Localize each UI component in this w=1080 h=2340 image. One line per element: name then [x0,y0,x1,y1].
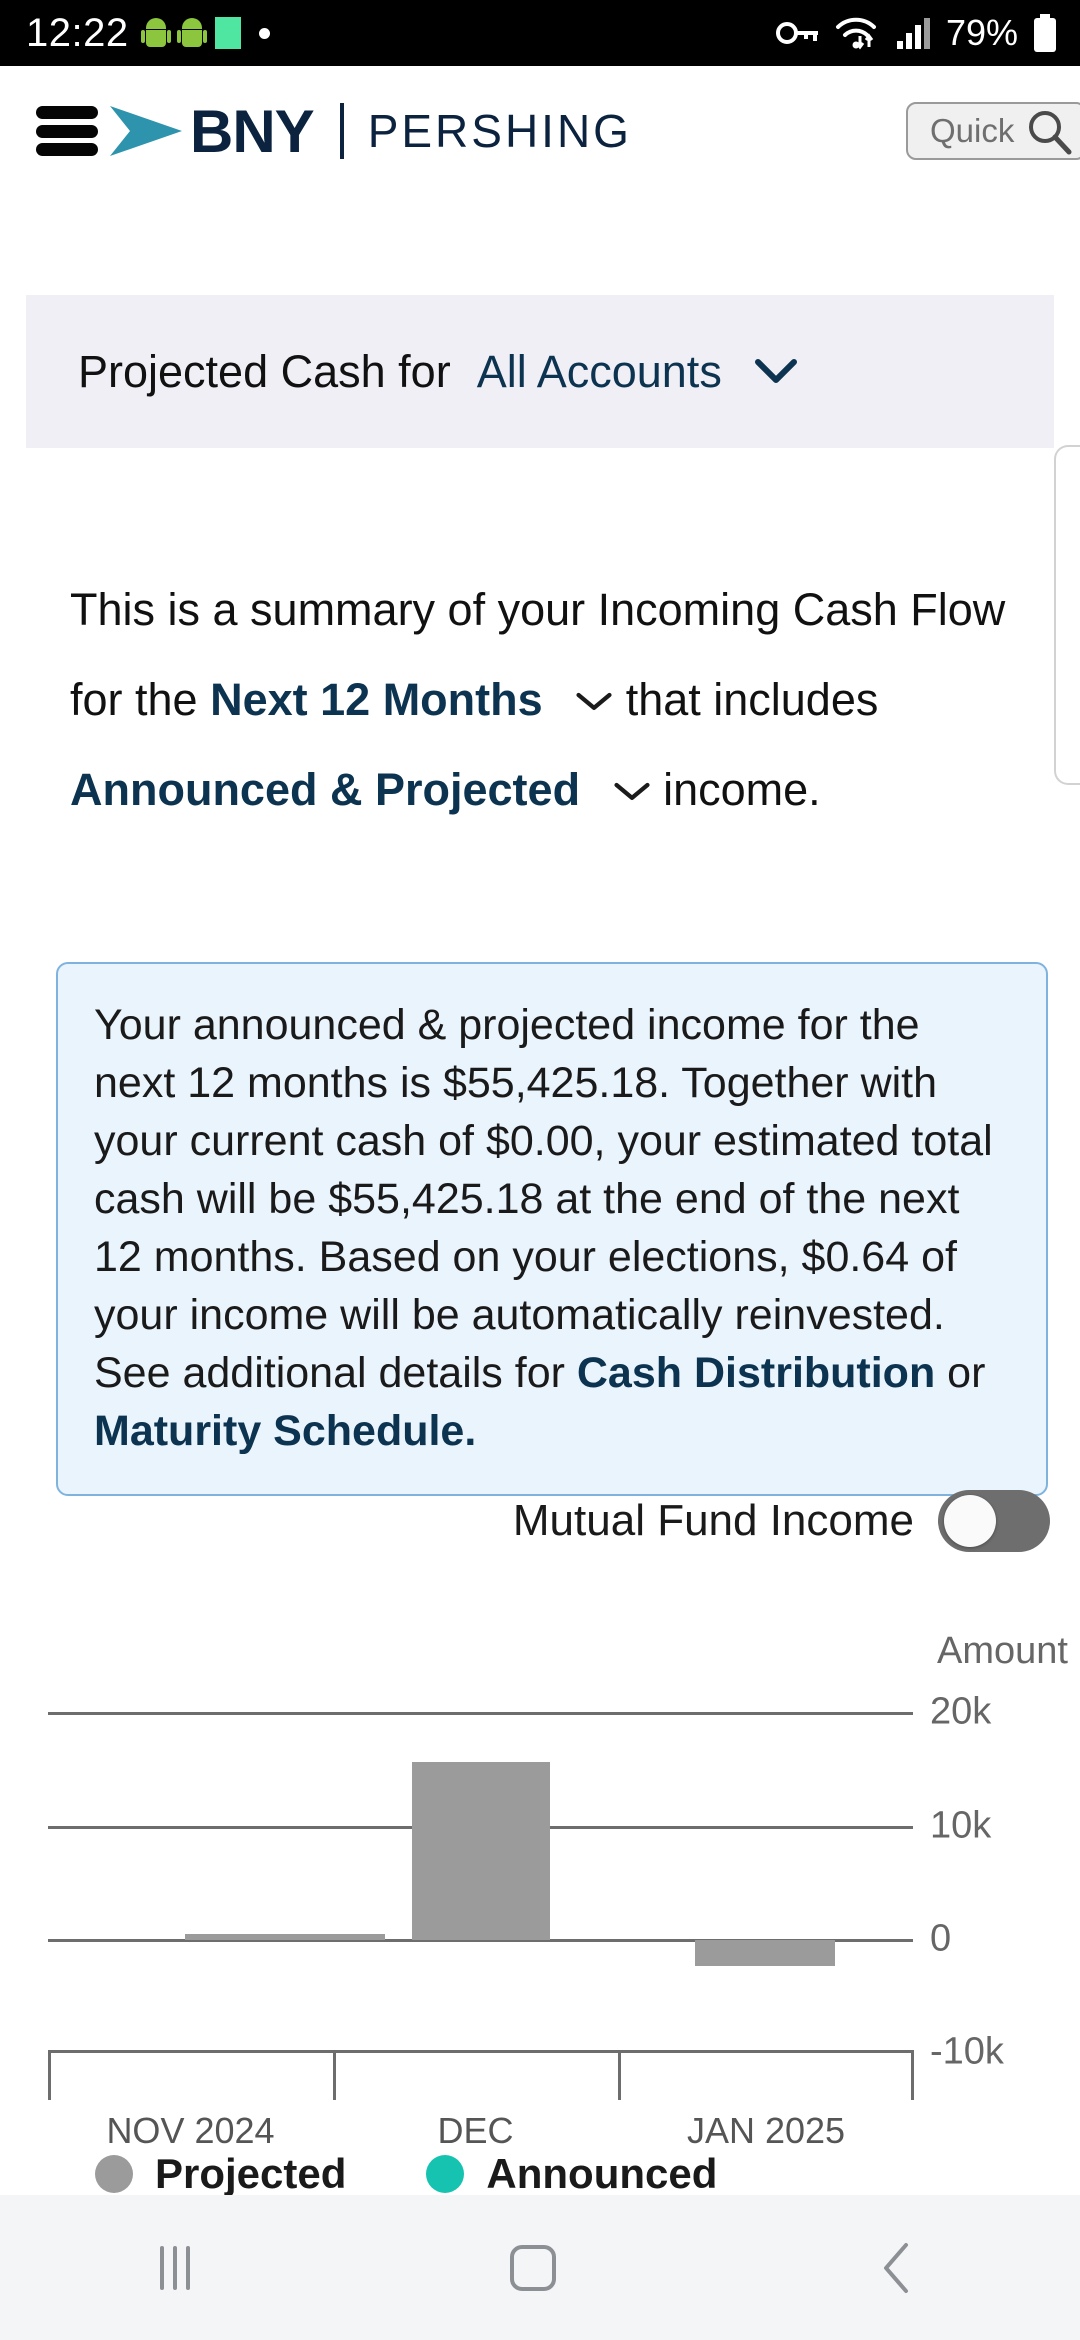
account-selector-label: All Accounts [476,345,722,397]
income-summary-callout: Your announced & projected income for th… [56,962,1048,1496]
home-icon[interactable] [510,2244,556,2291]
green-sheet-icon [214,17,241,49]
summary-line-2: for the Next 12 Months that includes [70,655,1030,745]
legend-label-announced: Announced [486,2150,718,2197]
white-dot-icon [258,27,270,39]
chevron-down-icon[interactable] [613,779,651,803]
ytick-label-10k: 10k [930,1804,992,1847]
xlabel-nov-2024: NOV 2024 [106,2110,275,2151]
mutual-fund-income-row: Mutual Fund Income [0,1490,1080,1552]
legend-label-projected: Projected [155,2150,347,2197]
battery-percentage-label: 79% [945,12,1018,53]
brand-name: BNY [190,97,315,165]
chart-legend: Projected Announced [0,2150,1080,2198]
summary-line-3-suffix: income. [663,764,821,815]
app-header: BNY PERSHING Quick [0,66,1080,196]
chart-y-axis-title: Amount [937,1630,1068,1672]
callout-conjunction: or [935,1349,986,1397]
recents-icon[interactable] [160,2245,190,2290]
maturity-schedule-link[interactable]: Maturity Schedule. [94,1407,476,1455]
cellular-signal-icon [896,18,930,49]
status-bar-system-icons: 79% [775,12,1058,54]
brand-divider [339,103,344,159]
callout-paragraph: Your announced & projected income for th… [94,996,1010,1460]
mutual-fund-income-toggle[interactable] [938,1490,1050,1552]
bar-nov-2024[interactable] [185,1934,385,1940]
bar-dec[interactable] [412,1762,550,1940]
period-selector[interactable]: Next 12 Months [210,674,543,725]
status-bar-notification-icons [140,17,270,49]
projected-cash-label: Projected Cash for [78,345,451,397]
bar-jan-2025[interactable] [695,1940,835,1966]
search-input[interactable]: Quick [930,112,1014,150]
android-robot-icon [176,18,207,48]
status-bar-clock: 12:22 [26,10,129,55]
projected-cash-account-bar: Projected Cash for All Accounts [26,295,1054,448]
summary-line-3: Announced & Projected income. [70,745,1030,835]
ytick-label-20k: 20k [930,1690,992,1733]
ytick-label-0: 0 [930,1917,952,1960]
ytick-label-neg10k: -10k [930,2030,1004,2073]
cash-flow-summary-sentence: This is a summary of your Incoming Cash … [70,565,1030,835]
vpn-key-icon [775,22,818,44]
phone-screen: 12:22 79% BNY PERSHING Quick Projected C… [0,0,1080,2340]
legend-item-projected[interactable]: Projected [95,2150,346,2198]
summary-line-2-suffix: that includes [625,674,879,725]
bny-arrow-logo-icon [110,106,182,156]
gridline-20k [48,1712,913,1715]
chevron-down-icon[interactable] [575,689,613,713]
income-type-selector[interactable]: Announced & Projected [70,764,580,815]
toggle-knob [944,1495,996,1547]
callout-body-text: Your announced & projected income for th… [94,1001,993,1397]
legend-dot-announced [426,2155,465,2193]
mutual-fund-income-label: Mutual Fund Income [512,1496,914,1545]
summary-line-2-prefix: for the [70,674,198,725]
projected-cash-chart: Amount 20k 10k 0 -10k NOV 2024 DEC JAN 2… [0,1600,1080,2160]
status-bar: 12:22 79% [0,0,1080,66]
chart-x-axis [48,2050,914,2104]
hamburger-menu-icon[interactable] [36,106,98,156]
wifi-icon [835,17,876,50]
android-robot-icon [140,18,171,48]
search-icon[interactable] [1024,107,1072,155]
account-selector[interactable]: All Accounts [477,346,799,398]
cash-distribution-link[interactable]: Cash Distribution [577,1349,935,1397]
chevron-down-icon[interactable] [754,357,798,385]
page-scrollbar[interactable] [1054,445,1080,785]
legend-dot-projected [95,2155,133,2193]
legend-item-announced[interactable]: Announced [426,2150,717,2198]
android-navigation-bar [0,2195,1080,2340]
battery-icon [1034,14,1056,52]
quick-search-box[interactable]: Quick [906,102,1080,160]
xlabel-jan-2025: JAN 2025 [686,2110,846,2151]
back-chevron-icon[interactable] [876,2241,920,2295]
brand-suffix: PERSHING [367,105,632,157]
xlabel-dec: DEC [437,2110,514,2151]
summary-line-1: This is a summary of your Incoming Cash … [70,584,1006,635]
